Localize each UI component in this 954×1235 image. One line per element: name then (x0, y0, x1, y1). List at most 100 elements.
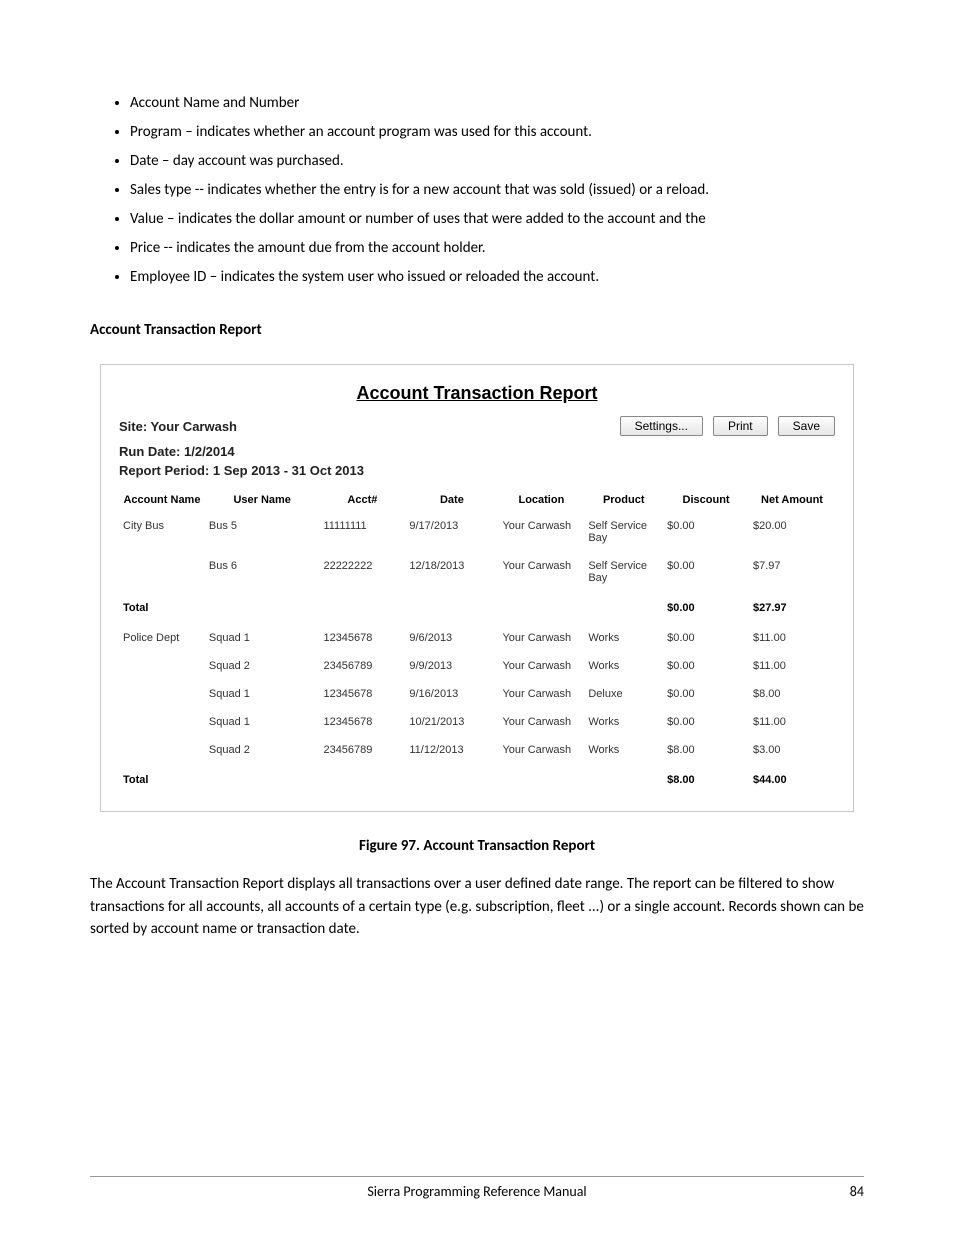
table-row: Squad 11234567810/21/2013Your CarwashWor… (119, 708, 835, 736)
cell-user-name (205, 592, 320, 624)
cell-location: Your Carwash (498, 624, 584, 652)
cell-product: Works (584, 736, 663, 764)
cell-product: Works (584, 652, 663, 680)
cell-discount: $0.00 (663, 592, 749, 624)
print-button[interactable]: Print (713, 416, 768, 436)
cell-location: Your Carwash (498, 736, 584, 764)
field-description-list: Account Name and Number Program – indica… (130, 90, 864, 291)
cell-discount: $0.00 (663, 680, 749, 708)
cell-acct-number (319, 764, 405, 796)
cell-location (498, 764, 584, 796)
report-period-line: Report Period: 1 Sep 2013 - 31 Oct 2013 (119, 463, 835, 478)
cell-acct-number: 12345678 (319, 680, 405, 708)
cell-acct-number: 22222222 (319, 552, 405, 592)
cell-discount: $8.00 (663, 764, 749, 796)
list-item: Program – indicates whether an account p… (130, 119, 864, 146)
cell-account-name (119, 708, 205, 736)
cell-acct-number (319, 592, 405, 624)
cell-acct-number: 12345678 (319, 708, 405, 736)
settings-button[interactable]: Settings... (620, 416, 703, 436)
cell-date (405, 764, 498, 796)
cell-user-name: Squad 1 (205, 680, 320, 708)
cell-discount: $0.00 (663, 652, 749, 680)
cell-date: 9/17/2013 (405, 512, 498, 552)
cell-net-amount: $20.00 (749, 512, 835, 552)
th-location: Location (498, 488, 584, 512)
cell-account-name: Total (119, 592, 205, 624)
body-paragraph: The Account Transaction Report displays … (90, 873, 864, 941)
cell-net-amount: $11.00 (749, 624, 835, 652)
cell-date: 9/9/2013 (405, 652, 498, 680)
cell-date: 9/16/2013 (405, 680, 498, 708)
cell-acct-number: 12345678 (319, 624, 405, 652)
cell-user-name: Squad 1 (205, 624, 320, 652)
cell-user-name: Squad 2 (205, 652, 320, 680)
th-user-name: User Name (205, 488, 320, 512)
cell-product: Deluxe (584, 680, 663, 708)
list-item: Date – day account was purchased. (130, 148, 864, 175)
cell-date: 11/12/2013 (405, 736, 498, 764)
cell-date: 10/21/2013 (405, 708, 498, 736)
cell-net-amount: $3.00 (749, 736, 835, 764)
cell-account-name (119, 680, 205, 708)
cell-product: Self Service Bay (584, 552, 663, 592)
cell-discount: $8.00 (663, 736, 749, 764)
table-row: Squad 2234567899/9/2013Your CarwashWorks… (119, 652, 835, 680)
cell-account-name: Police Dept (119, 624, 205, 652)
cell-product (584, 592, 663, 624)
list-item: Account Name and Number (130, 90, 864, 117)
figure-caption: Figure 97. Account Transaction Report (90, 837, 864, 855)
list-item: Price -- indicates the amount due from t… (130, 235, 864, 262)
list-item: Value – indicates the dollar amount or n… (130, 206, 864, 233)
cell-date: 9/6/2013 (405, 624, 498, 652)
cell-account-name: City Bus (119, 512, 205, 552)
th-discount: Discount (663, 488, 749, 512)
cell-net-amount: $44.00 (749, 764, 835, 796)
report-table: Account Name User Name Acct# Date Locati… (119, 488, 835, 796)
cell-product: Self Service Bay (584, 512, 663, 552)
cell-product: Works (584, 624, 663, 652)
report-title: Account Transaction Report (119, 383, 835, 404)
cell-net-amount: $11.00 (749, 708, 835, 736)
cell-user-name: Squad 2 (205, 736, 320, 764)
cell-user-name: Bus 5 (205, 512, 320, 552)
cell-net-amount: $27.97 (749, 592, 835, 624)
cell-acct-number: 23456789 (319, 652, 405, 680)
cell-acct-number: 11111111 (319, 512, 405, 552)
cell-net-amount: $11.00 (749, 652, 835, 680)
cell-net-amount: $8.00 (749, 680, 835, 708)
cell-date: 12/18/2013 (405, 552, 498, 592)
cell-discount: $0.00 (663, 708, 749, 736)
cell-acct-number: 23456789 (319, 736, 405, 764)
footer-page-number: 84 (804, 1183, 864, 1200)
cell-location: Your Carwash (498, 552, 584, 592)
th-account-name: Account Name (119, 488, 205, 512)
cell-user-name (205, 764, 320, 796)
page-footer: Sierra Programming Reference Manual 84 (90, 1176, 864, 1200)
cell-date (405, 592, 498, 624)
list-item: Employee ID – indicates the system user … (130, 264, 864, 291)
cell-net-amount: $7.97 (749, 552, 835, 592)
table-row: Squad 1123456789/16/2013Your CarwashDelu… (119, 680, 835, 708)
run-date-line: Run Date: 1/2/2014 (119, 444, 835, 459)
cell-product: Works (584, 708, 663, 736)
table-row: Bus 62222222212/18/2013Your CarwashSelf … (119, 552, 835, 592)
cell-account-name (119, 736, 205, 764)
th-product: Product (584, 488, 663, 512)
table-row: Squad 22345678911/12/2013Your CarwashWor… (119, 736, 835, 764)
cell-location: Your Carwash (498, 512, 584, 552)
save-button[interactable]: Save (778, 416, 835, 436)
cell-account-name (119, 652, 205, 680)
th-net-amount: Net Amount (749, 488, 835, 512)
cell-location: Your Carwash (498, 708, 584, 736)
list-item: Sales type -- indicates whether the entr… (130, 177, 864, 204)
cell-location: Your Carwash (498, 652, 584, 680)
table-total-row: Total $0.00$27.97 (119, 592, 835, 624)
table-total-row: Total$8.00$44.00 (119, 764, 835, 796)
cell-discount: $0.00 (663, 624, 749, 652)
section-heading: Account Transaction Report (90, 321, 864, 339)
cell-account-name (119, 552, 205, 592)
table-row: City BusBus 5111111119/17/2013Your Carwa… (119, 512, 835, 552)
th-acct: Acct# (319, 488, 405, 512)
report-panel: Account Transaction Report Site: Your Ca… (100, 364, 854, 812)
